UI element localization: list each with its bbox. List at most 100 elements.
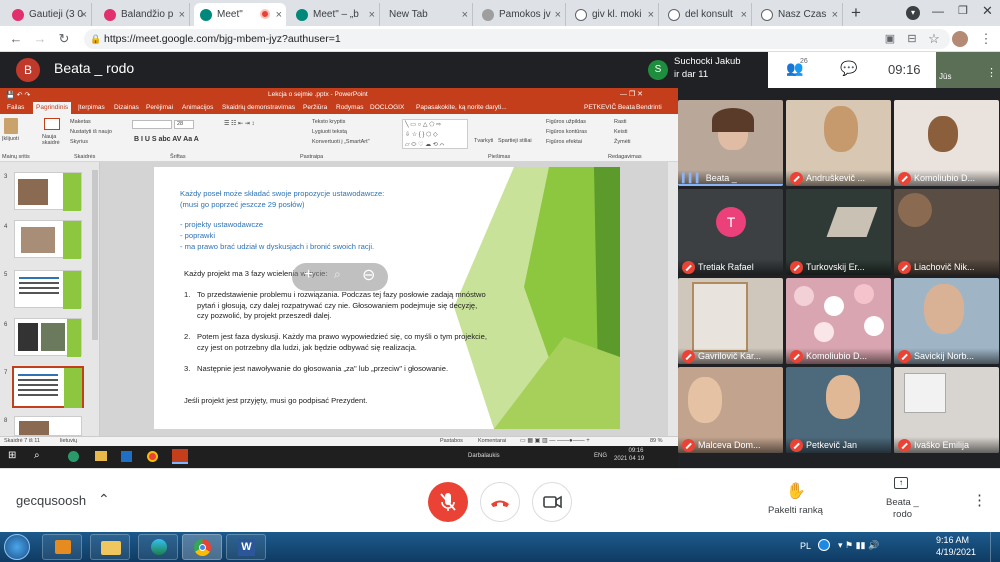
close-icon[interactable]: × — [555, 9, 561, 21]
select-button[interactable]: Žymėti — [614, 139, 631, 145]
zoom-in-icon[interactable]: + — [304, 266, 313, 284]
camera-toggle-button[interactable] — [532, 482, 572, 522]
shapes-gallery[interactable]: ╲ ▭ ○ △ ⬠ ⇨ ⇩ ☆ { } ⬡ ◇ ▱ ⬭ ♡ ☁ ⟲ ⌒ — [402, 119, 468, 149]
tab-new-tab[interactable]: New Tab × — [383, 3, 473, 26]
text-direction-button[interactable]: Teksto kryptis — [312, 119, 345, 125]
language-status[interactable]: lietuvių — [60, 438, 77, 444]
powerpoint-icon[interactable] — [172, 449, 188, 464]
raise-hand-label[interactable]: Pakelti ranką — [768, 505, 823, 516]
paste-button[interactable]: Įklijuoti — [2, 136, 19, 142]
minimize-icon[interactable]: — — [932, 4, 944, 18]
slide-thumbnail-5[interactable] — [14, 270, 82, 309]
help-icon[interactable] — [818, 539, 830, 551]
more-options-icon[interactable]: ⋮ — [986, 66, 997, 79]
close-window-icon[interactable]: ✕ — [982, 3, 993, 19]
paste-icon[interactable] — [4, 118, 18, 134]
new-slide-icon[interactable] — [44, 118, 60, 130]
taskbar-chrome[interactable] — [182, 534, 222, 560]
maximize-icon[interactable]: ❐ — [958, 4, 968, 17]
leave-call-button[interactable] — [480, 482, 520, 522]
font-format-icons[interactable]: B I U S abc AV Aa A — [134, 136, 199, 143]
align-text-button[interactable]: Lygiuoti tekstą — [312, 129, 347, 135]
presenting-label-2[interactable]: rodo — [893, 509, 912, 520]
zoom-level[interactable]: 89 % — [650, 438, 663, 444]
participant-tile[interactable]: T Tretiak Rafael — [678, 189, 783, 275]
font-family-field[interactable] — [132, 120, 172, 129]
desktop-label[interactable]: Darbalaukis — [468, 453, 500, 459]
back-icon[interactable]: ← — [6, 29, 26, 49]
font-size-field[interactable]: 28 — [174, 120, 194, 129]
menu-insert[interactable]: Įterpimas — [78, 104, 105, 111]
participant-tile[interactable]: Malceva Dom... — [678, 367, 783, 453]
presenting-label-1[interactable]: Beata _ — [886, 497, 919, 508]
menu-home[interactable]: Pagrindinis — [33, 102, 72, 114]
chrome-icon[interactable] — [147, 451, 158, 462]
participant-tile[interactable]: Petkevič Jan — [786, 367, 891, 453]
tab-del-konsult[interactable]: del konsult × — [662, 3, 752, 26]
chat-icon[interactable]: 💬 — [840, 60, 857, 77]
shape-fill-button[interactable]: Figūros užpildas — [546, 119, 586, 125]
tab-balandzio[interactable]: Balandžio p × — [98, 3, 190, 26]
zoom-out-icon[interactable]: ⊖ — [362, 265, 375, 285]
participant-tile[interactable]: Andruškevič ... — [786, 100, 891, 186]
share-button[interactable]: Bendrinti — [636, 104, 662, 111]
layout-button[interactable]: Maketas — [70, 119, 91, 125]
menu-review[interactable]: Peržiūra — [303, 104, 327, 111]
close-icon[interactable]: × — [832, 9, 838, 21]
participant-tile[interactable]: ▍▍▍ Beata _ — [678, 100, 783, 186]
keyboard-language[interactable]: PL — [800, 541, 811, 551]
more-options-icon[interactable]: ⋮ — [972, 491, 987, 509]
bullets-icons[interactable]: ☰ ☷ ⇤ ⇥ ↕ — [224, 120, 254, 127]
find-button[interactable]: Rasti — [614, 119, 627, 125]
smartart-button[interactable]: Konvertuoti į „SmartArt" — [312, 139, 370, 145]
participant-tile[interactable]: Gavrilovič Kar... — [678, 278, 783, 364]
mic-toggle-button[interactable] — [428, 482, 468, 522]
present-screen-icon[interactable]: ↑ — [894, 477, 908, 489]
current-slide[interactable]: Każdy poseł może składać swoje propozycj… — [154, 167, 620, 429]
camera-indicator-icon[interactable]: ▣ — [880, 29, 900, 49]
menu-animations[interactable]: Animacijos — [182, 104, 213, 111]
tray-icons[interactable]: ▾ ⚑ ▮▮ 🔊 — [838, 540, 879, 551]
folder-icon[interactable] — [95, 451, 107, 461]
raise-hand-icon[interactable]: ✋ — [786, 481, 806, 501]
close-icon[interactable]: × — [462, 9, 468, 21]
page-info-icon[interactable]: ⊟ — [902, 29, 922, 49]
profile-avatar[interactable] — [952, 31, 968, 47]
start-button[interactable] — [4, 534, 30, 560]
address-bar[interactable]: 🔒 https://meet.google.com/bjg-mbem-jyz?a… — [84, 29, 950, 49]
reload-icon[interactable]: ↻ — [54, 29, 74, 49]
forward-icon[interactable]: → — [30, 29, 50, 49]
close-icon[interactable]: × — [369, 9, 375, 21]
menu-slideshow[interactable]: Skaidrių demonstravimas — [222, 104, 295, 111]
outlook-icon[interactable] — [121, 451, 132, 462]
taskbar-explorer[interactable] — [90, 534, 130, 560]
close-icon[interactable]: × — [741, 9, 747, 21]
new-slide-button[interactable]: Nauja skaidrė — [42, 134, 64, 146]
participant-tile[interactable]: Savickij Norb... — [894, 278, 999, 364]
view-buttons[interactable]: ▭ ▦ ▣ ▥ — ——●—— + — [520, 437, 590, 444]
shape-effects-button[interactable]: Figūros efektai — [546, 139, 582, 145]
tab-gautieji[interactable]: Gautieji (3 0 × — [6, 3, 92, 26]
windows-start-icon[interactable]: ⊞ — [8, 450, 16, 461]
tab-nasz-czas[interactable]: Nasz Czas × — [755, 3, 843, 26]
taskbar-edge[interactable] — [138, 534, 178, 560]
slide-thumbnail-3[interactable] — [14, 172, 82, 211]
meeting-code[interactable]: gecqusoosh — [16, 493, 86, 508]
close-icon[interactable]: × — [179, 9, 185, 21]
menu-doclogix[interactable]: DOCLOGIX — [370, 104, 404, 111]
tab-meet-2[interactable]: Meet" – „b × — [290, 3, 380, 26]
close-icon[interactable]: × — [648, 9, 654, 21]
tab-giv[interactable]: giv kl. moki × — [569, 3, 659, 26]
zoom-overlay[interactable]: + ⌕ ⊖ — [292, 263, 388, 291]
participant-tile[interactable]: Turkovskij Er... — [786, 189, 891, 275]
taskbar-media-player[interactable] — [42, 534, 82, 560]
section-button[interactable]: Skyrius — [70, 139, 88, 145]
new-tab-button[interactable]: + — [846, 3, 866, 23]
participant-tile[interactable]: Ivaško Emilija — [894, 367, 999, 453]
close-icon[interactable]: × — [81, 9, 87, 21]
keyboard-lang[interactable]: ENG — [594, 453, 607, 459]
replace-button[interactable]: Keisti — [614, 129, 627, 135]
show-desktop-button[interactable] — [990, 532, 1000, 562]
window-controls-icon[interactable]: — ❐ ✕ — [620, 90, 643, 98]
close-icon[interactable]: × — [276, 9, 282, 21]
